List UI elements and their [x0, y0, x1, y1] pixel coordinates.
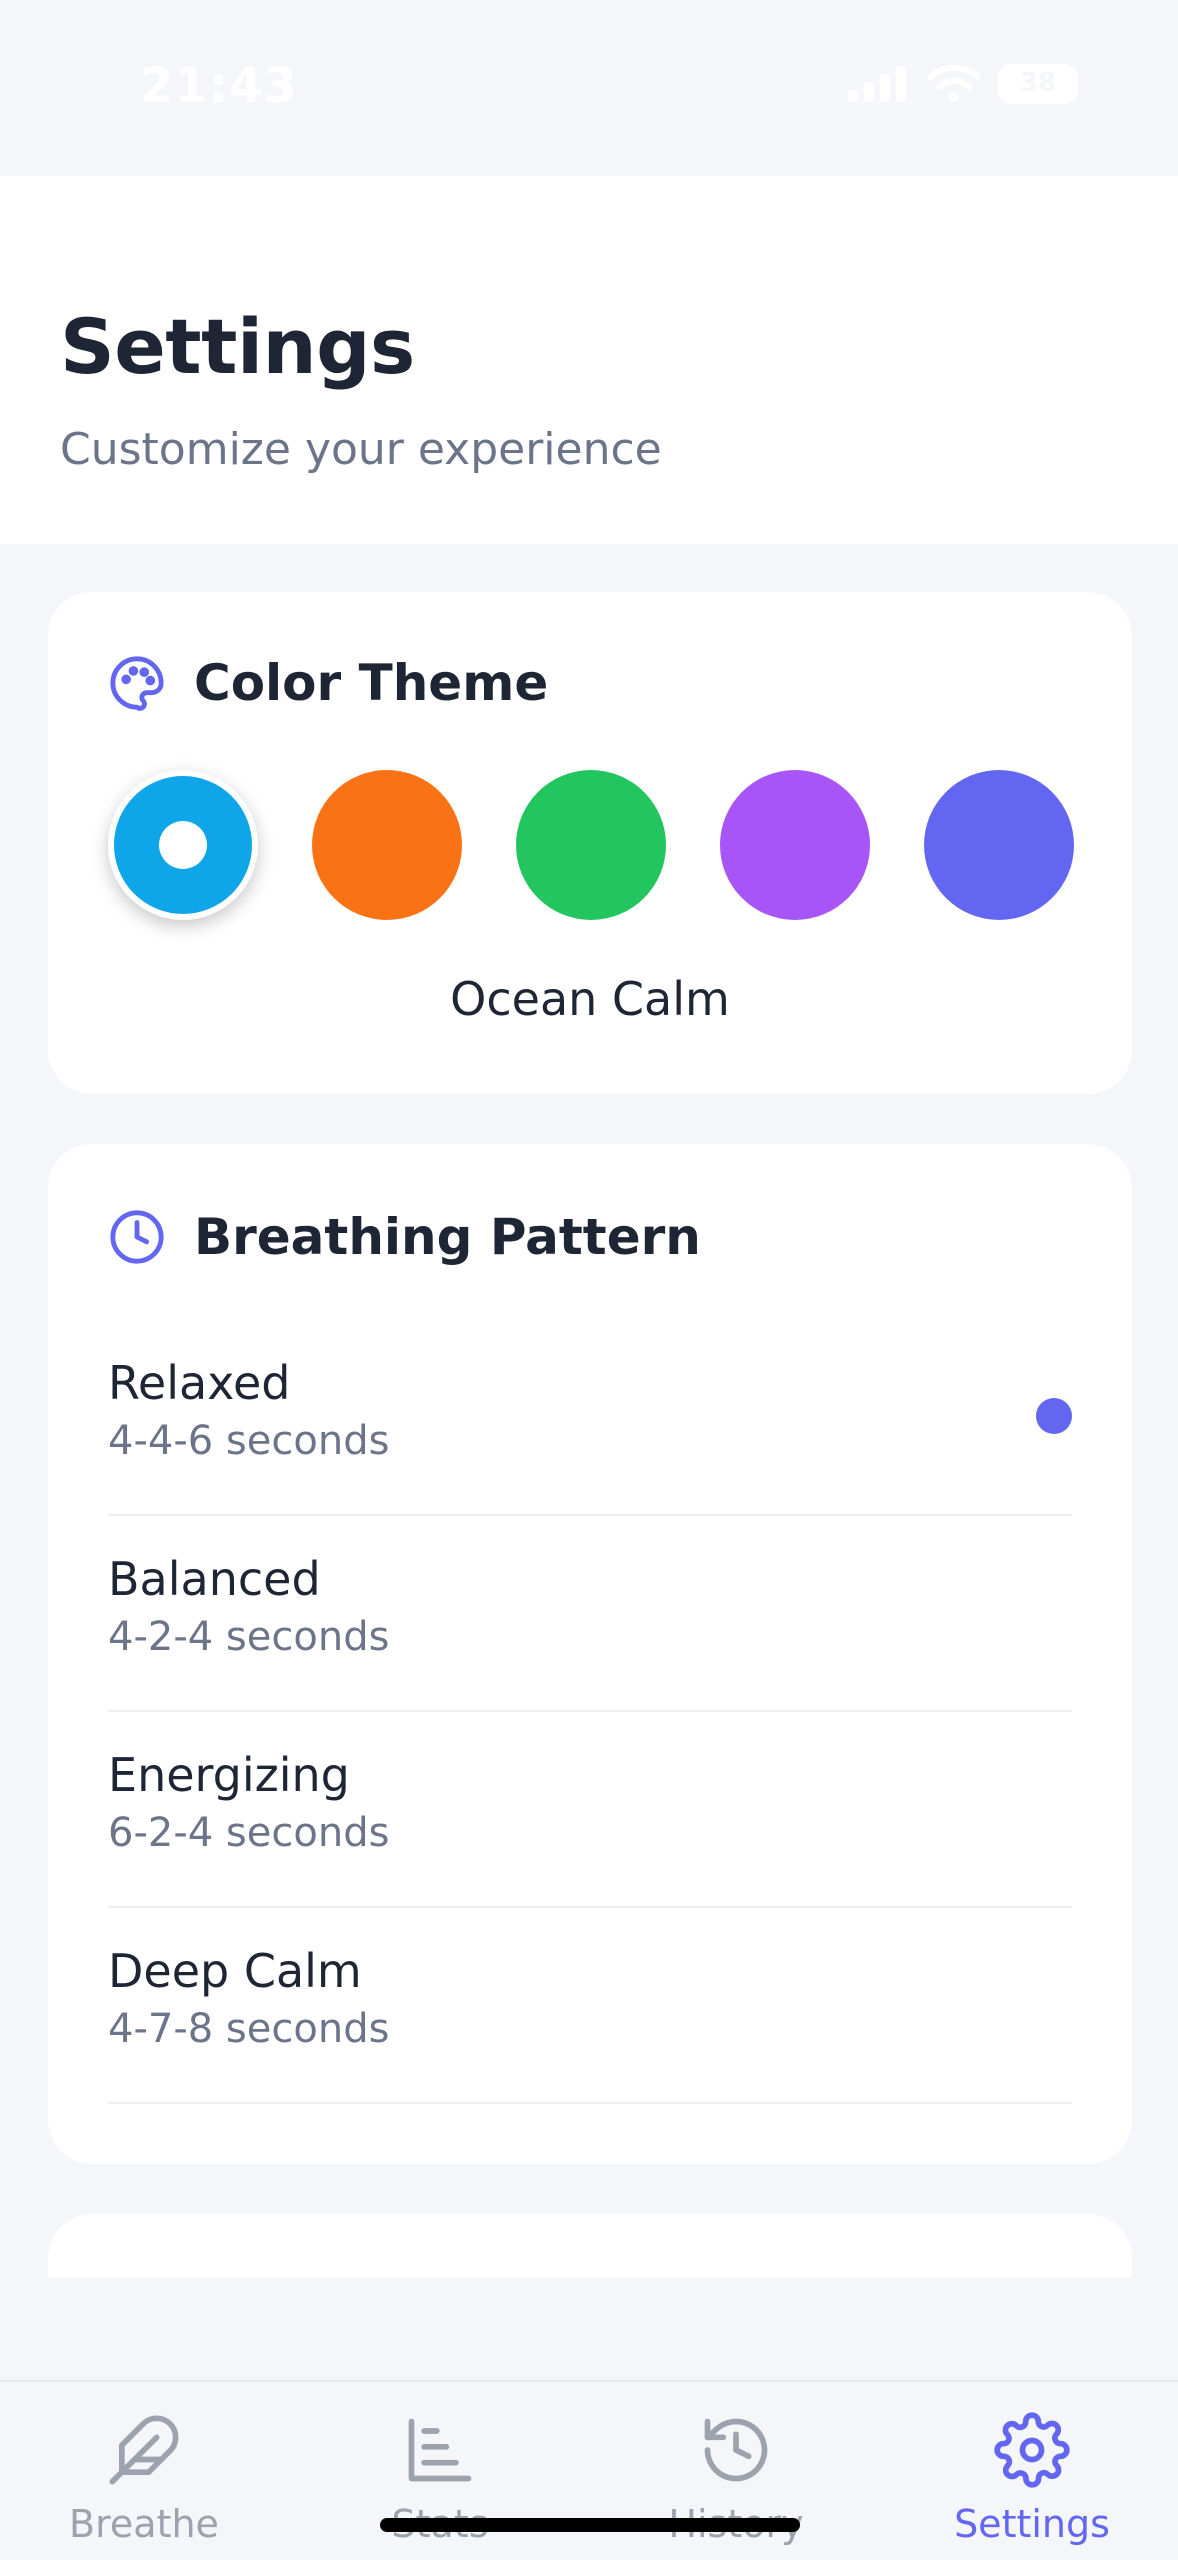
- next-card-clip: [0, 2200, 1178, 2278]
- status-bar: 21:43 38: [0, 0, 1178, 176]
- theme-swatch-green[interactable]: [516, 770, 666, 920]
- pattern-description: 6-2-4 seconds: [108, 1810, 390, 1856]
- home-indicator: [380, 2518, 800, 2532]
- selected-pattern-dot: [1036, 1398, 1072, 1434]
- theme-swatch-indigo[interactable]: [924, 770, 1074, 920]
- breathing-pattern-card: Breathing Pattern Relaxed 4-4-6 seconds …: [48, 1144, 1132, 2164]
- palette-icon: [110, 656, 164, 711]
- pattern-item-deep-calm[interactable]: Deep Calm 4-7-8 seconds: [108, 1908, 1072, 2104]
- pattern-description: 4-2-4 seconds: [108, 1614, 390, 1660]
- pattern-name: Energizing: [108, 1748, 350, 1802]
- additional-settings-card: [48, 2214, 1132, 2278]
- tab-breathe[interactable]: Breathe: [24, 2382, 264, 2560]
- clock-icon: [110, 1210, 164, 1264]
- pattern-item-energizing[interactable]: Energizing 6-2-4 seconds: [108, 1712, 1072, 1908]
- tab-bar: Breathe Stats History Settings: [0, 2380, 1178, 2560]
- breathing-pattern-header: Breathing Pattern: [108, 1208, 701, 1266]
- battery-icon: 38: [998, 64, 1078, 104]
- theme-swatch-purple[interactable]: [720, 770, 870, 920]
- tab-label: Settings: [954, 2502, 1110, 2546]
- bar-chart-icon: [408, 2418, 472, 2482]
- theme-swatches: [108, 770, 1074, 920]
- tab-settings[interactable]: Settings: [912, 2382, 1152, 2560]
- selected-theme-name: Ocean Calm: [450, 972, 730, 1026]
- tab-label: Breathe: [69, 2502, 219, 2546]
- tab-stats[interactable]: Stats: [320, 2382, 560, 2560]
- page-subtitle: Customize your experience: [60, 424, 662, 475]
- pattern-name: Balanced: [108, 1552, 321, 1606]
- tab-history[interactable]: History: [616, 2382, 856, 2560]
- pattern-description: 4-7-8 seconds: [108, 2006, 390, 2052]
- pattern-name: Deep Calm: [108, 1944, 362, 1998]
- feather-icon: [109, 2415, 179, 2485]
- page-title: Settings: [60, 302, 415, 391]
- battery-level: 38: [1019, 68, 1057, 98]
- gear-icon: [994, 2412, 1070, 2488]
- signal-icon: [848, 66, 906, 102]
- status-time: 21:43: [140, 58, 298, 114]
- color-theme-header: Color Theme: [108, 654, 548, 712]
- pattern-item-relaxed[interactable]: Relaxed 4-4-6 seconds: [108, 1320, 1072, 1516]
- status-icons: 38: [848, 64, 1078, 104]
- theme-swatch-orange[interactable]: [312, 770, 462, 920]
- page-header: Settings Customize your experience: [0, 176, 1178, 544]
- pattern-description: 4-4-6 seconds: [108, 1418, 390, 1464]
- wifi-icon: [928, 65, 980, 102]
- history-icon: [704, 2418, 768, 2482]
- color-theme-card: Color Theme Ocean Calm: [48, 592, 1132, 1094]
- breathing-pattern-title: Breathing Pattern: [194, 1208, 701, 1266]
- pattern-item-balanced[interactable]: Balanced 4-2-4 seconds: [108, 1516, 1072, 1712]
- selected-indicator: [159, 821, 207, 869]
- theme-swatch-ocean[interactable]: [108, 770, 258, 920]
- pattern-name: Relaxed: [108, 1356, 291, 1410]
- color-theme-title: Color Theme: [194, 654, 549, 712]
